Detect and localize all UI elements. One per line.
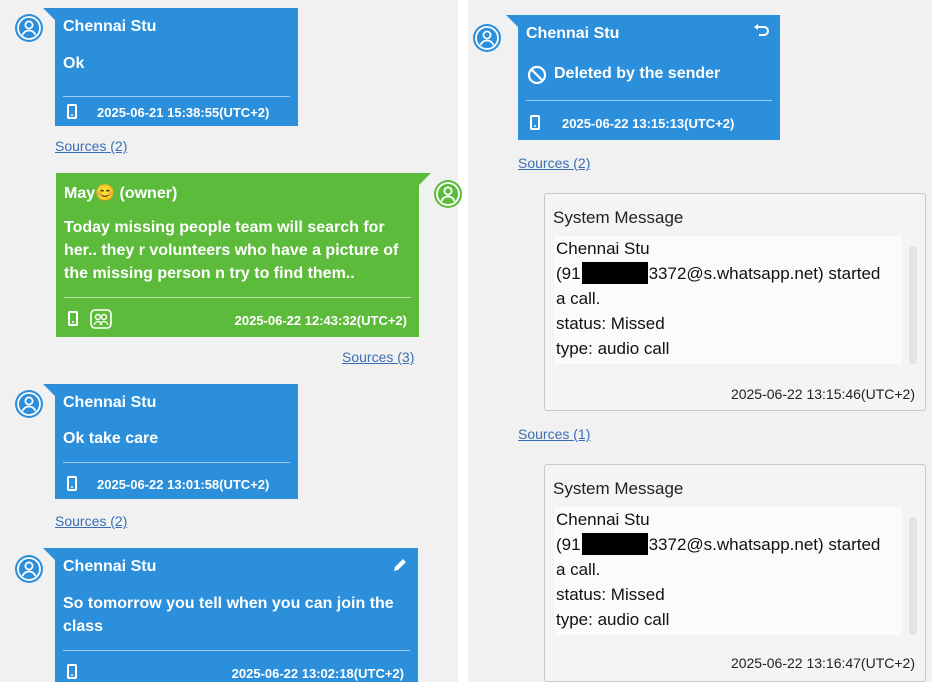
redaction-bar <box>581 533 648 555</box>
message-bubble[interactable]: May😊 (owner) Today missing people team w… <box>56 173 431 337</box>
people-icon <box>90 309 112 334</box>
system-message-card[interactable]: System Message Chennai Stu (91 3372@s.wha… <box>544 193 926 411</box>
phone-icon <box>530 115 540 130</box>
message-text: Ok take care <box>63 430 159 447</box>
sender-name: Chennai Stu <box>526 25 620 42</box>
phone-icon <box>67 664 77 679</box>
message-bubble[interactable]: Chennai Stu Ok 2025-06-21 15:38:55(UTC+2… <box>43 8 298 126</box>
chat-panel-right: Chennai Stu Deleted by the sender 2025-0… <box>468 0 932 682</box>
system-message-title: System Message <box>553 208 684 227</box>
divider <box>63 462 290 463</box>
sender-name: Chennai Stu <box>63 18 157 35</box>
divider <box>63 96 290 97</box>
scrollbar[interactable] <box>909 517 917 635</box>
timestamp: 2025-06-21 15:38:55(UTC+2) <box>97 105 270 120</box>
sender-name: Chennai Stu <box>63 394 157 411</box>
user-avatar-icon <box>15 555 43 583</box>
user-avatar-icon <box>15 390 43 418</box>
divider <box>526 100 772 101</box>
phone-icon <box>67 476 77 491</box>
sources-link[interactable]: Sources (2) <box>518 155 590 171</box>
sources-link[interactable]: Sources (2) <box>55 138 127 154</box>
sources-link[interactable]: Sources (1) <box>518 426 590 442</box>
system-message-card[interactable]: System Message Chennai Stu (91 3372@s.wha… <box>544 464 926 682</box>
timestamp: 2025-06-22 13:15:46(UTC+2) <box>730 386 915 402</box>
timestamp: 2025-06-22 13:01:58(UTC+2) <box>97 477 270 492</box>
timestamp: 2025-06-22 12:43:32(UTC+2) <box>234 313 407 328</box>
message-bubble[interactable]: Chennai Stu So tomorrow you tell when yo… <box>43 548 418 682</box>
user-avatar-icon <box>434 180 462 208</box>
timestamp: 2025-06-22 13:16:47(UTC+2) <box>730 655 915 671</box>
edit-pencil-icon <box>392 557 408 578</box>
system-message-title: System Message <box>553 479 684 498</box>
scrollbar[interactable] <box>909 246 917 364</box>
message-text: Ok <box>63 55 85 72</box>
timestamp: 2025-06-22 13:15:13(UTC+2) <box>562 116 735 131</box>
sender-name: May😊 (owner) <box>64 185 178 202</box>
message-text: So tomorrow you tell when you can join t… <box>63 595 394 635</box>
system-message-body: Chennai Stu (91 3372@s.whatsapp.net) star… <box>554 236 902 364</box>
sender-name: Chennai Stu <box>63 558 157 575</box>
undo-icon <box>752 24 770 45</box>
sources-link[interactable]: Sources (3) <box>342 349 414 365</box>
timestamp: 2025-06-22 13:02:18(UTC+2) <box>231 666 404 681</box>
phone-icon <box>67 104 77 119</box>
system-message-body: Chennai Stu (91 3372@s.whatsapp.net) star… <box>554 507 902 635</box>
chat-panel-left: Chennai Stu Ok 2025-06-21 15:38:55(UTC+2… <box>0 0 462 682</box>
deleted-message-bubble[interactable]: Chennai Stu Deleted by the sender 2025-0… <box>506 15 780 140</box>
deleted-prohibited-icon <box>527 65 547 90</box>
user-avatar-icon <box>15 14 43 42</box>
message-text: Today missing people team will search fo… <box>64 219 399 282</box>
message-text: Deleted by the sender <box>554 65 721 82</box>
user-avatar-icon <box>473 24 501 52</box>
message-bubble[interactable]: Chennai Stu Ok take care 2025-06-22 13:0… <box>43 384 298 499</box>
redaction-bar <box>581 262 648 284</box>
divider <box>64 297 411 298</box>
phone-icon <box>68 311 78 326</box>
sources-link[interactable]: Sources (2) <box>55 513 127 529</box>
divider <box>63 650 410 651</box>
